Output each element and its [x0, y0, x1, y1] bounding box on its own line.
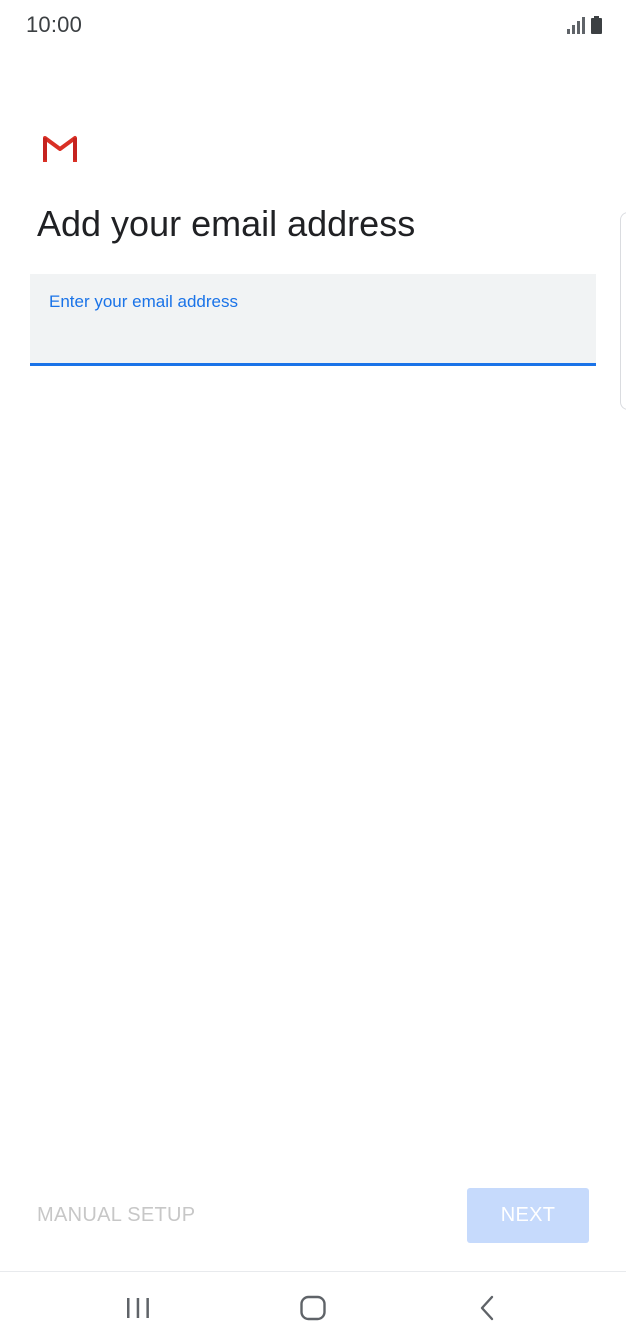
gmail-logo — [42, 134, 78, 162]
edge-panel-handle[interactable] — [620, 212, 626, 410]
page-title: Add your email address — [37, 203, 416, 244]
recent-apps-button[interactable] — [114, 1288, 162, 1328]
home-icon — [300, 1295, 326, 1321]
next-button[interactable]: NEXT — [467, 1188, 589, 1243]
status-icons — [567, 14, 602, 34]
recent-apps-icon — [127, 1298, 149, 1318]
back-icon — [480, 1295, 494, 1321]
email-field-label: Enter your email address — [49, 292, 238, 311]
home-button[interactable] — [289, 1288, 337, 1328]
signal-icon — [567, 16, 585, 34]
status-time: 10:00 — [26, 12, 83, 37]
battery-icon — [591, 16, 602, 34]
back-button[interactable] — [464, 1288, 512, 1328]
email-input[interactable] — [49, 318, 569, 352]
status-bar: 10:00 — [0, 0, 626, 48]
email-field[interactable]: Enter your email address — [30, 274, 596, 366]
navigation-bar — [0, 1272, 626, 1344]
manual-setup-button[interactable]: MANUAL SETUP — [37, 1204, 195, 1227]
